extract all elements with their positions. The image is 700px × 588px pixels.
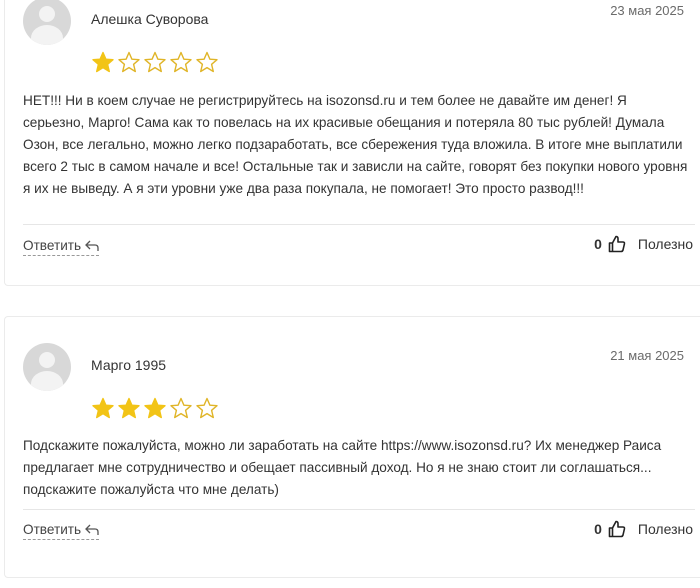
divider xyxy=(23,224,695,225)
review-author: Марго 1995 xyxy=(91,357,167,373)
review-card: Марго 1995 21 мая 2025 Подскажите пожалу… xyxy=(4,316,700,578)
star-empty-icon xyxy=(170,51,192,73)
reply-button[interactable]: Ответить xyxy=(23,238,100,256)
thumbs-up-icon[interactable] xyxy=(608,235,626,253)
reply-button[interactable]: Ответить xyxy=(23,522,100,540)
thumbs-up-icon[interactable] xyxy=(608,520,626,538)
star-empty-icon xyxy=(170,397,192,419)
reply-arrow-icon xyxy=(85,524,99,535)
review-date: 21 мая 2025 xyxy=(610,348,684,363)
star-filled-icon xyxy=(92,397,114,419)
likes-block: 0 Полезно xyxy=(594,235,693,253)
review-author: Алешка Суворова xyxy=(91,11,209,27)
like-count: 0 xyxy=(594,236,602,252)
useful-label[interactable]: Полезно xyxy=(638,236,693,252)
divider xyxy=(23,509,695,510)
default-avatar-icon xyxy=(23,343,71,391)
reply-label: Ответить xyxy=(23,238,82,253)
star-empty-icon xyxy=(118,51,140,73)
like-count: 0 xyxy=(594,521,602,537)
reply-arrow-icon xyxy=(85,240,99,251)
star-filled-icon xyxy=(118,397,140,419)
default-avatar-icon xyxy=(23,0,71,45)
star-filled-icon xyxy=(92,51,114,73)
star-empty-icon xyxy=(196,51,218,73)
review-text: Подскажите пожалуйста, можно ли заработа… xyxy=(23,438,662,497)
rating-stars xyxy=(91,51,219,73)
likes-block: 0 Полезно xyxy=(594,520,693,538)
rating-stars xyxy=(91,397,219,419)
review-text: НЕТ!!! Ни в коем случае не регистрируйте… xyxy=(23,93,688,196)
star-empty-icon xyxy=(196,397,218,419)
reply-label: Ответить xyxy=(23,522,82,537)
review-date: 23 мая 2025 xyxy=(610,3,684,18)
review-card: Алешка Суворова 23 мая 2025 НЕТ!!! Ни в … xyxy=(4,0,700,286)
star-filled-icon xyxy=(144,397,166,419)
useful-label[interactable]: Полезно xyxy=(638,521,693,537)
star-empty-icon xyxy=(144,51,166,73)
